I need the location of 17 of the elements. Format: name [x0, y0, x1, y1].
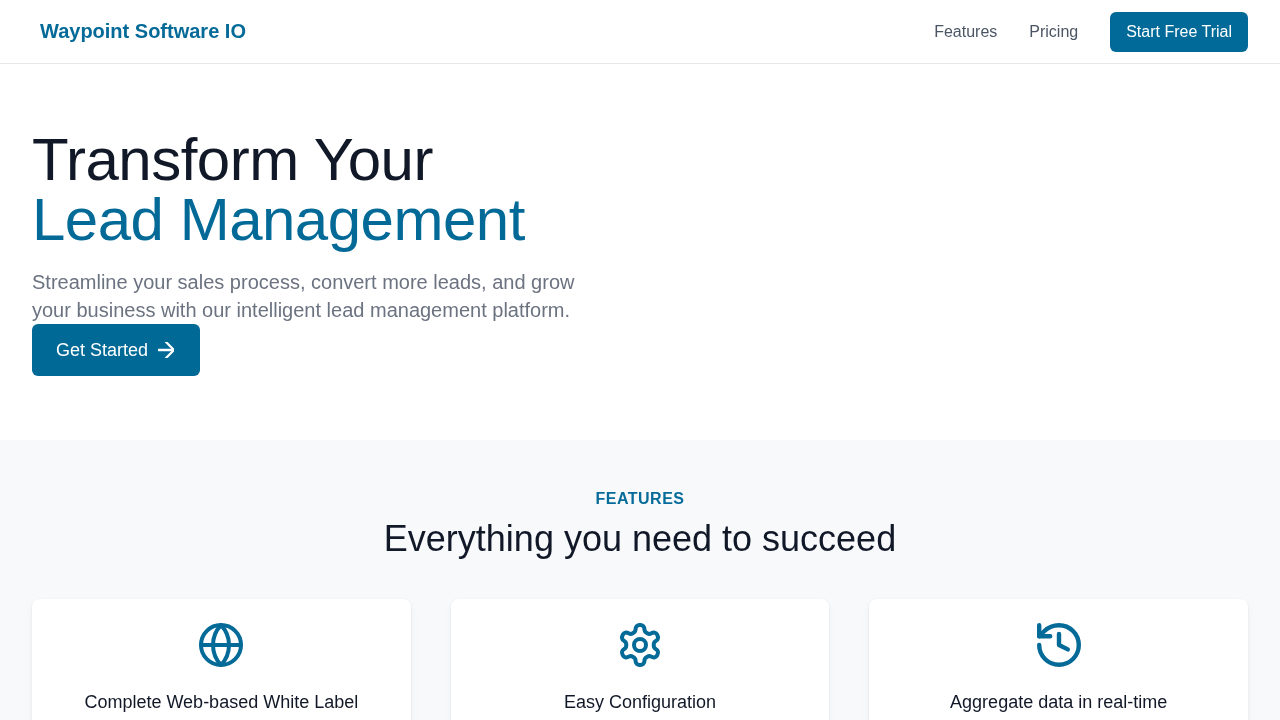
feature-title: Easy Configuration	[563, 691, 717, 714]
clock-arrow-icon	[1036, 623, 1081, 667]
hero-subtitle: Streamline your sales process, convert more leads, and grow your business with our intelligent lead management platform.	[32, 270, 576, 323]
section-heading: Everything you need to succeed	[382, 519, 898, 559]
hero-title-highlight: Lead Management	[32, 190, 525, 250]
start-trial-button[interactable]: Start Free Trial	[1110, 11, 1248, 52]
get-started-button[interactable]: Get Started	[32, 324, 201, 376]
gear-icon	[618, 623, 662, 667]
hero-title: Transform Your	[32, 130, 433, 190]
feature-title: Complete Web-based White Label	[84, 691, 359, 714]
feature-title: Aggregate data in real-time	[950, 691, 1168, 714]
section-eyebrow: FEATURES	[594, 489, 686, 509]
nav-link[interactable]: Features	[934, 22, 998, 41]
globe-icon	[199, 623, 244, 667]
logo-link[interactable]: Waypoint Software IO	[40, 20, 246, 43]
arrow-right-icon	[158, 342, 175, 358]
nav-link[interactable]: Pricing	[1029, 22, 1079, 41]
